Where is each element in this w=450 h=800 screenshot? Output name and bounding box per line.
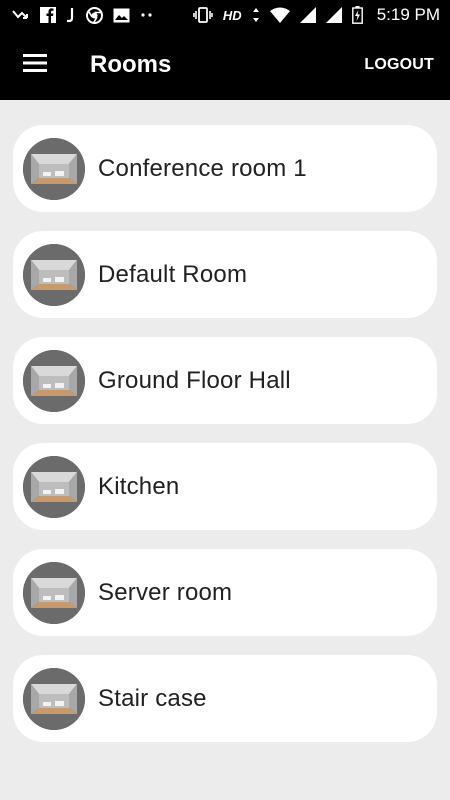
room-item-kitchen[interactable]: Kitchen xyxy=(13,443,437,530)
wifi-icon xyxy=(269,7,290,23)
room-item-server-room[interactable]: Server room xyxy=(13,549,437,636)
room-name: Default Room xyxy=(98,260,248,288)
status-time: 5:19 PM xyxy=(376,5,440,24)
more-dots-icon xyxy=(140,12,154,18)
room-thumbnail xyxy=(23,243,85,306)
signal-icon xyxy=(299,7,316,23)
room-item-conference-room-1[interactable]: Conference room 1 xyxy=(13,125,437,212)
room-image-icon xyxy=(23,349,85,412)
facebook-icon xyxy=(40,7,56,23)
room-thumbnail xyxy=(23,349,85,412)
room-item-default-room[interactable]: Default Room xyxy=(13,231,437,318)
room-thumbnail xyxy=(23,455,85,518)
j-app-icon xyxy=(66,7,76,23)
status-bar: HD 5:19 PM xyxy=(0,0,450,30)
notification-icons xyxy=(12,6,154,24)
menu-button[interactable] xyxy=(0,30,70,100)
page-title: Rooms xyxy=(90,51,172,78)
missed-call-icon xyxy=(12,8,30,22)
room-name: Server room xyxy=(98,578,233,606)
room-item-ground-floor-hall[interactable]: Ground Floor Hall xyxy=(13,337,437,424)
room-image-icon xyxy=(23,667,85,730)
room-name: Conference room 1 xyxy=(98,154,307,182)
room-name: Kitchen xyxy=(98,472,180,500)
room-image-icon xyxy=(23,455,85,518)
battery-charging-icon xyxy=(351,6,363,24)
signal-icon-2 xyxy=(325,7,342,23)
system-icons: HD 5:19 PM xyxy=(193,5,440,25)
room-name: Ground Floor Hall xyxy=(98,366,291,394)
room-image-icon xyxy=(23,243,85,306)
room-item-stair-case[interactable]: Stair case xyxy=(13,655,437,742)
app-bar: Rooms LOGOUT xyxy=(0,30,450,100)
room-thumbnail xyxy=(23,137,85,200)
room-thumbnail xyxy=(23,561,85,624)
room-image-icon xyxy=(23,137,85,200)
logout-button[interactable]: LOGOUT xyxy=(364,56,434,74)
room-name: Stair case xyxy=(98,684,207,712)
data-arrows-icon xyxy=(252,7,260,23)
room-image-icon xyxy=(23,561,85,624)
vibrate-icon xyxy=(193,7,213,23)
chrome-icon xyxy=(86,6,103,24)
hamburger-menu-icon xyxy=(23,53,47,77)
hd-label: HD xyxy=(222,7,242,23)
room-thumbnail xyxy=(23,667,85,730)
gallery-icon xyxy=(113,8,130,23)
